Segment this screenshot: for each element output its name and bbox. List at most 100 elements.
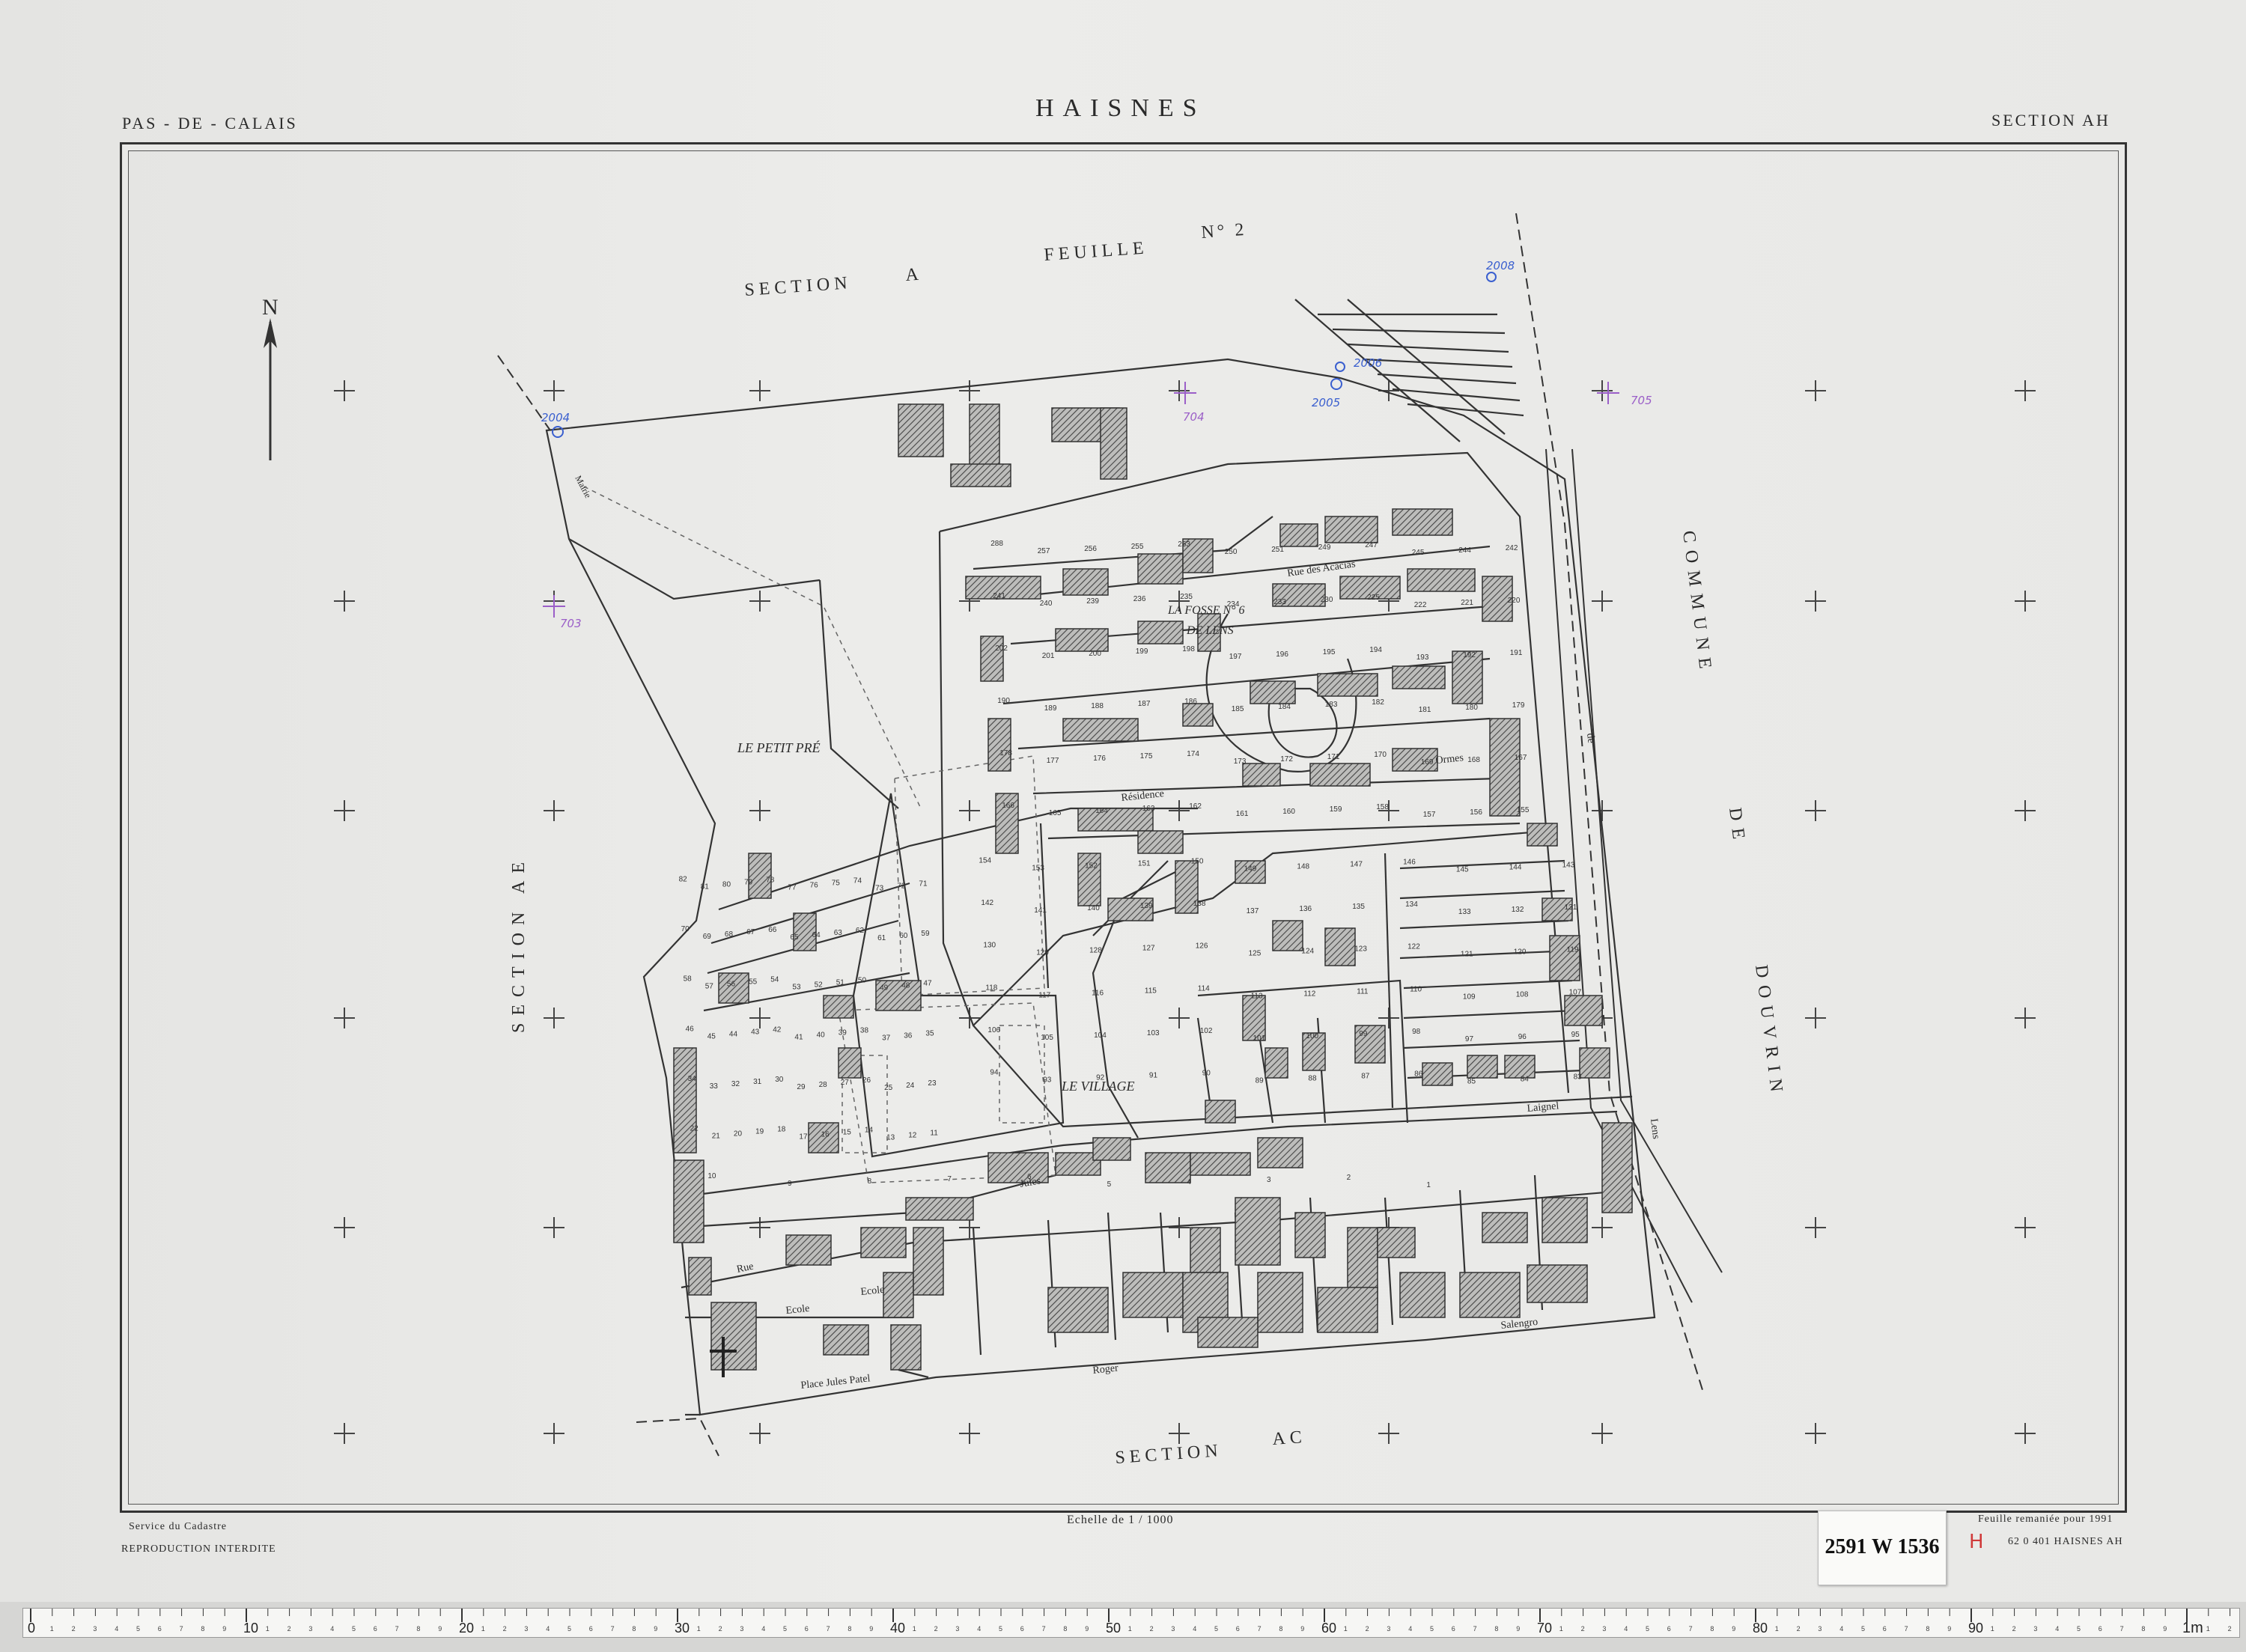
building — [1137, 621, 1184, 644]
parcel-number: 135 — [1352, 903, 1365, 911]
ruler-minor-label: 2 — [1150, 1625, 1154, 1633]
parcel-number: 183 — [1325, 701, 1338, 709]
survey-point-icon — [1335, 362, 1345, 372]
parcel-number: 164 — [1095, 807, 1108, 815]
parcel-number: 196 — [1276, 650, 1288, 659]
ruler-minor-label: 4 — [1193, 1625, 1196, 1633]
parcel-number: 84 — [1521, 1076, 1530, 1084]
parcel-number: 133 — [1458, 908, 1471, 916]
ruler-minor-label: 6 — [1883, 1625, 1887, 1633]
parcel-number: 177 — [1047, 757, 1059, 765]
ruler-major-label: 90 — [1968, 1621, 1983, 1636]
parcel-number: 129 — [1036, 949, 1049, 957]
building — [1264, 1047, 1288, 1079]
parcel-number: 142 — [981, 899, 993, 907]
parcel-number: 105 — [1041, 1034, 1053, 1042]
annotation-2008: 2008 — [1486, 259, 1515, 272]
building — [1601, 1122, 1633, 1213]
ruler-minor-label: 1 — [1991, 1625, 1994, 1633]
building — [1197, 1317, 1259, 1348]
parcel-number: 165 — [1049, 809, 1062, 817]
ruler-minor-label: 7 — [1905, 1625, 1908, 1633]
building — [688, 1257, 712, 1296]
ruler-minor-label: 9 — [438, 1625, 442, 1633]
parcel-number: 26 — [862, 1076, 871, 1085]
parcel-number: 3 — [1267, 1176, 1271, 1184]
parcel-number: 85 — [1467, 1078, 1476, 1086]
parcel-number: 22 — [690, 1125, 699, 1133]
parcel-number: 152 — [1085, 862, 1098, 870]
building — [1422, 1062, 1453, 1086]
parcel-number: 180 — [1465, 704, 1478, 712]
parcel-number: 156 — [1470, 808, 1482, 817]
parcel-number: 122 — [1407, 943, 1420, 951]
ruler-minor-label: 5 — [1646, 1625, 1649, 1633]
parcel-number: 15 — [843, 1129, 852, 1137]
parcel-number: 70 — [681, 925, 690, 933]
parcel-number: 193 — [1416, 653, 1429, 662]
ruler-minor-label: 8 — [1710, 1625, 1714, 1633]
ruler-minor-label: 9 — [1947, 1625, 1951, 1633]
parcel-number: 113 — [1251, 992, 1263, 1000]
annotation-2005: 2005 — [1312, 396, 1340, 409]
parcel-number: 151 — [1138, 859, 1151, 868]
parcel-number: 47 — [923, 980, 932, 988]
parcel-number: 25 — [884, 1084, 893, 1092]
parcel-number: 109 — [1463, 993, 1476, 1001]
ruler-minor-label: 2 — [1581, 1625, 1585, 1633]
building — [1190, 1227, 1221, 1273]
ruler-minor-label: 1 — [2206, 1625, 2210, 1633]
ruler-minor-label: 7 — [180, 1625, 183, 1633]
parcel-number: 155 — [1517, 806, 1530, 814]
building — [1392, 665, 1446, 689]
parcel-number: 75 — [832, 879, 841, 887]
parcel-number: 175 — [1140, 752, 1153, 761]
parcel-number: 96 — [1518, 1033, 1527, 1041]
ruler-minor-label: 8 — [847, 1625, 851, 1633]
ruler-minor-label: 2 — [1366, 1625, 1369, 1633]
parcel-number: 174 — [1187, 750, 1199, 758]
ruler-minor-label: 7 — [827, 1625, 830, 1633]
ruler-minor-label: 7 — [395, 1625, 399, 1633]
parcel-number: 182 — [1372, 698, 1384, 707]
parcel-number: 21 — [712, 1133, 721, 1141]
parcel-number: 48 — [901, 982, 910, 990]
annotation-2004: 2004 — [541, 411, 570, 424]
ruler-minor-label: 4 — [2055, 1625, 2059, 1633]
parcel-number: 14 — [865, 1127, 874, 1135]
street-roger: Roger — [1092, 1362, 1119, 1377]
building — [890, 1324, 922, 1371]
lieu-dit-de-lens: DE LENS — [1186, 624, 1234, 637]
section-a-letter: A — [905, 264, 924, 285]
parcel-number: 127 — [1142, 945, 1155, 953]
building — [1399, 1272, 1446, 1318]
parcel-number: 64 — [812, 931, 821, 939]
survey-point-icon — [1330, 378, 1342, 390]
ruler-minor-label: 9 — [222, 1625, 226, 1633]
parcel-number: 45 — [707, 1032, 716, 1040]
parcel-number: 68 — [725, 930, 734, 939]
ruler-minor-label: 1 — [1559, 1625, 1563, 1633]
ruler-minor-label: 6 — [1236, 1625, 1240, 1633]
ruler-minor-label: 1 — [1775, 1625, 1779, 1633]
parcel-number: 31 — [753, 1078, 762, 1086]
parcel-number: 173 — [1234, 758, 1247, 766]
parcel-number: 242 — [1506, 544, 1518, 552]
ruler-minor-label: 5 — [1861, 1625, 1865, 1633]
building — [1272, 920, 1303, 951]
parcel-number: 55 — [749, 978, 758, 987]
parcel-number: 202 — [995, 644, 1008, 653]
parcel-number: 94 — [990, 1069, 999, 1077]
parcel-number: 117 — [1038, 991, 1050, 999]
ruler-minor-label: 9 — [1085, 1625, 1089, 1633]
building — [1324, 927, 1356, 966]
parcel-number: 4 — [1187, 1178, 1191, 1186]
parcel-number: 241 — [993, 592, 1005, 600]
archive-number: 2591 W 1536 — [1825, 1535, 1940, 1558]
ruler-minor-label: 2 — [2012, 1625, 2016, 1633]
red-h-mark: H — [1969, 1531, 1984, 1553]
parcel-number: 147 — [1350, 860, 1363, 868]
ruler-minor-label: 1 — [913, 1625, 916, 1633]
street-laignel: Laignel — [1527, 1100, 1559, 1115]
parcel-number: 29 — [797, 1083, 806, 1091]
